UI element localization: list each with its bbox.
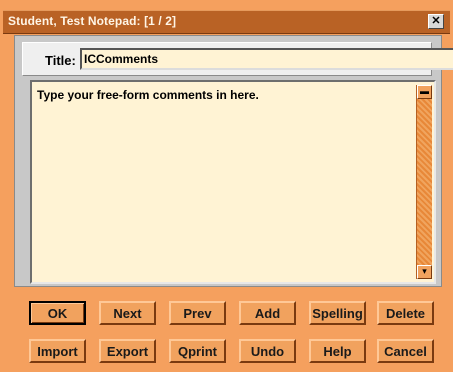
qprint-button[interactable]: Qprint bbox=[169, 339, 226, 363]
notepad-window: Student, Test Notepad: [1 / 2] ✕ Title: … bbox=[0, 0, 453, 372]
next-button[interactable]: Next bbox=[99, 301, 156, 325]
export-button[interactable]: Export bbox=[99, 339, 156, 363]
import-button[interactable]: Import bbox=[29, 339, 86, 363]
title-input[interactable] bbox=[80, 48, 453, 70]
comments-textarea[interactable]: Type your free-form comments in here. bbox=[35, 84, 411, 284]
scroll-down-icon: ▾ bbox=[422, 266, 427, 276]
title-row: Title: bbox=[22, 42, 453, 76]
comments-area: Type your free-form comments in here. ▬ … bbox=[30, 80, 436, 284]
cancel-button[interactable]: Cancel bbox=[377, 339, 434, 363]
vertical-scrollbar[interactable]: ▬ ▾ bbox=[416, 85, 432, 279]
window-title: Student, Test Notepad: [1 / 2] bbox=[8, 14, 177, 28]
close-button[interactable]: ✕ bbox=[428, 14, 444, 29]
undo-button[interactable]: Undo bbox=[239, 339, 296, 363]
scroll-up-button[interactable]: ▬ bbox=[417, 85, 432, 99]
title-bar[interactable]: Student, Test Notepad: [1 / 2] ✕ bbox=[3, 10, 450, 34]
button-row-1: OK Next Prev Add Spelling Delete bbox=[29, 301, 434, 325]
ok-button[interactable]: OK bbox=[29, 301, 86, 325]
title-label: Title: bbox=[45, 53, 76, 68]
scroll-up-icon: ▬ bbox=[420, 86, 429, 96]
help-button[interactable]: Help bbox=[309, 339, 366, 363]
prev-button[interactable]: Prev bbox=[169, 301, 226, 325]
delete-button[interactable]: Delete bbox=[377, 301, 434, 325]
scroll-down-button[interactable]: ▾ bbox=[417, 265, 432, 279]
add-button[interactable]: Add bbox=[239, 301, 296, 325]
button-row-2: Import Export Qprint Undo Help Cancel bbox=[29, 339, 434, 363]
spelling-button[interactable]: Spelling bbox=[309, 301, 366, 325]
close-icon: ✕ bbox=[431, 15, 441, 27]
